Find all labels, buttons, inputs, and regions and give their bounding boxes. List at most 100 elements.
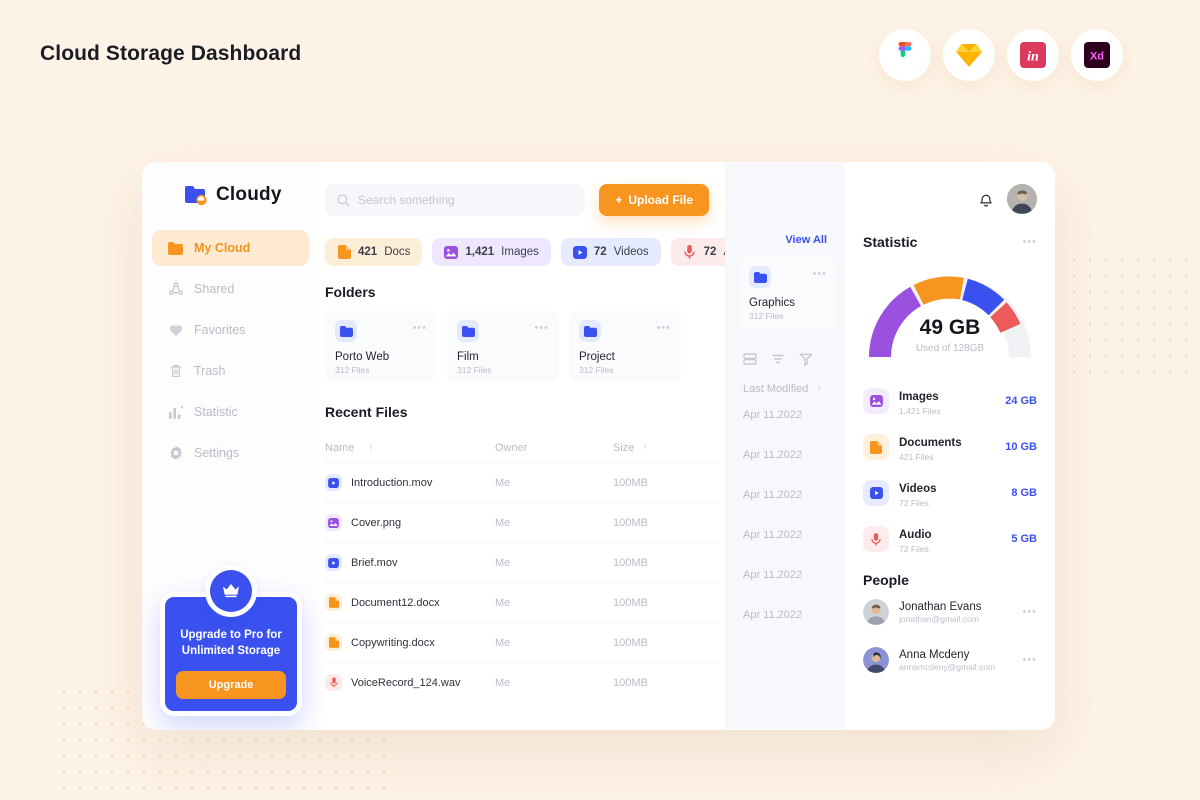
bell-icon[interactable] <box>978 191 994 208</box>
upgrade-button[interactable]: Upgrade <box>176 671 286 699</box>
table-row[interactable]: Copywriting.docx Me 100MB <box>325 622 719 662</box>
person-row[interactable]: Anna Mcdeny annamcdeny@gmail.com ••• <box>863 636 1037 684</box>
chip-count: 1,421 <box>465 246 495 258</box>
column-header-last-modified[interactable]: Last Modified ↑ <box>725 366 845 395</box>
folder-menu-icon[interactable]: ••• <box>534 322 549 334</box>
figma-badge[interactable] <box>879 29 931 81</box>
sketch-badge[interactable] <box>943 29 995 81</box>
search-row: + Upload File <box>319 184 725 216</box>
chip-count: 72 <box>703 246 717 258</box>
view-all-link[interactable]: View All <box>725 184 845 246</box>
statistic-item-videos[interactable]: Videos 72 Files 8 GB <box>863 470 1037 516</box>
audio-icon <box>325 674 342 691</box>
statistic-name: Documents <box>899 436 962 449</box>
brand[interactable]: Cloudy <box>142 184 319 206</box>
folder-card[interactable]: ••• Film 312 Files <box>447 311 559 382</box>
chip-label: Images <box>501 246 539 258</box>
modified-cell: Apr 11,2022 <box>743 449 803 461</box>
invision-badge[interactable]: in <box>1007 29 1059 81</box>
folder-icon <box>168 241 183 256</box>
file-owner: Me <box>495 516 511 529</box>
gauge-value: 49 GB <box>919 316 981 339</box>
upload-file-button[interactable]: + Upload File <box>599 184 709 216</box>
statistic-menu-icon[interactable]: ••• <box>1022 236 1037 248</box>
storage-gauge-chart: 49 GB Used of 128GB <box>863 262 1037 378</box>
file-owner: Me <box>495 596 511 609</box>
chip-docs[interactable]: 421 Docs <box>325 238 423 266</box>
chip-images[interactable]: 1,421 Images <box>432 238 551 266</box>
person-menu-icon[interactable]: ••• <box>1022 654 1037 666</box>
sidebar-item-trash[interactable]: Trash <box>152 353 309 389</box>
table-row[interactable]: Document12.docx Me 100MB <box>325 582 719 622</box>
dot-grid-decoration-right <box>1066 252 1192 382</box>
table-row[interactable]: Brief.mov Me 100MB <box>325 542 719 582</box>
folder-name: Graphics <box>749 297 796 309</box>
heart-icon <box>168 323 183 338</box>
folder-menu-icon[interactable]: ••• <box>656 322 671 334</box>
file-size: 100MB <box>613 676 648 689</box>
table-row[interactable]: Cover.png Me 100MB <box>325 502 719 542</box>
statistic-title: Statistic <box>863 234 918 250</box>
statistic-item-audio[interactable]: Audio 72 Files 5 GB <box>863 516 1037 562</box>
file-name-cell: Introduction.mov <box>325 474 495 491</box>
folder-card[interactable]: ••• Porto Web 312 Files <box>325 311 437 382</box>
sidebar-item-my-cloud[interactable]: My Cloud <box>152 230 309 266</box>
person-email: annamcdeny@gmail.com <box>899 661 996 672</box>
invision-icon: in <box>1020 42 1046 68</box>
person-menu-icon[interactable]: ••• <box>1022 606 1037 618</box>
search-box[interactable] <box>325 184 586 216</box>
folder-name: Porto Web <box>335 351 390 363</box>
file-owner: Me <box>495 556 511 569</box>
search-input[interactable] <box>358 193 574 207</box>
person-row[interactable]: Jonathan Evans jonathan@gmail.com ••• <box>863 588 1037 636</box>
table-row[interactable]: Introduction.mov Me 100MB <box>325 462 719 502</box>
rows-view-icon[interactable] <box>743 352 757 366</box>
column-header-owner[interactable]: Owner <box>495 442 613 454</box>
sort-arrow-icon: ↑ <box>642 443 648 454</box>
chip-count: 72 <box>593 246 607 258</box>
table-tools <box>725 328 845 366</box>
plus-icon: + <box>615 193 623 207</box>
chip-videos[interactable]: 72 Videos <box>560 238 661 266</box>
sidebar-item-shared[interactable]: Shared <box>152 271 309 307</box>
statistic-item-images[interactable]: Images 1,421 Files 24 GB <box>863 378 1037 424</box>
folder-files: 312 Files <box>457 365 492 375</box>
statistic-size: 5 GB <box>1011 533 1037 545</box>
sidebar-item-settings[interactable]: Settings <box>152 435 309 471</box>
avatar <box>863 599 889 625</box>
user-avatar[interactable] <box>1007 184 1037 214</box>
svg-text:in: in <box>1027 50 1039 65</box>
sort-arrow-icon: ↑ <box>816 384 822 395</box>
sort-icon[interactable] <box>799 352 813 366</box>
modified-cell: Apr 11,2022 <box>743 409 803 421</box>
folder-name: Film <box>457 351 479 363</box>
filter-icon[interactable] <box>771 352 785 366</box>
crown-badge <box>205 564 257 617</box>
statistic-name: Audio <box>899 528 932 541</box>
people-title: People <box>863 572 909 588</box>
xd-badge[interactable]: Xd <box>1071 29 1123 81</box>
folder-menu-icon[interactable]: ••• <box>812 268 827 280</box>
table-row[interactable]: VoiceRecord_124.wav Me 100MB <box>325 662 719 702</box>
file-name-cell: Document12.docx <box>325 594 495 611</box>
column-header-size[interactable]: Size ↑ <box>613 442 673 454</box>
sidebar-item-statistic[interactable]: Statistic <box>152 394 309 430</box>
person-name: Jonathan Evans <box>899 600 982 613</box>
file-name: Document12.docx <box>351 596 440 609</box>
crown-icon <box>223 584 239 598</box>
modified-cell: Apr 11,2022 <box>743 529 803 541</box>
column-header-name[interactable]: Name ↑ <box>325 442 495 454</box>
statistic-item-documents[interactable]: Documents 421 Files 10 GB <box>863 424 1037 470</box>
file-name: Cover.png <box>351 516 402 529</box>
audio-icon <box>683 245 697 259</box>
figma-icon <box>898 42 912 58</box>
sidebar-item-label: My Cloud <box>194 241 251 255</box>
folder-menu-icon[interactable]: ••• <box>412 322 427 334</box>
folder-card-graphics[interactable]: ••• Graphics 312 Files <box>725 246 845 328</box>
folder-card[interactable]: ••• Project 312 Files <box>569 311 681 382</box>
image-icon <box>863 388 889 414</box>
chip-label: Docs <box>384 246 411 258</box>
sidebar-item-favorites[interactable]: Favorites <box>152 312 309 348</box>
chip-count: 421 <box>358 246 378 258</box>
statistic-name: Images <box>899 390 939 403</box>
